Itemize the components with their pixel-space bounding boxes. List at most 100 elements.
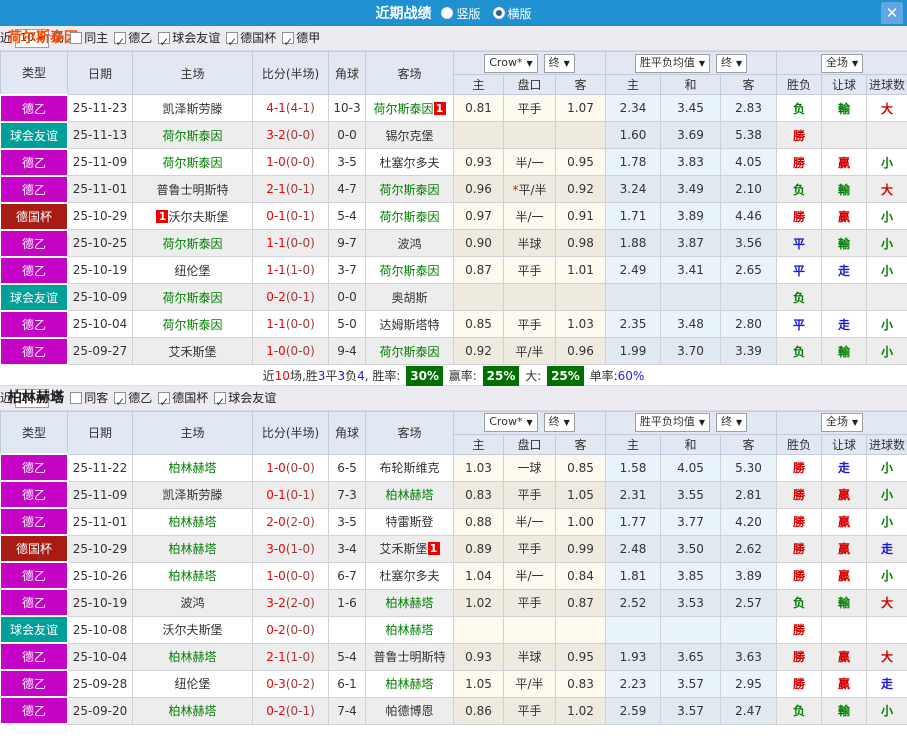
odds-home-cell: [453, 283, 504, 311]
handicap-cell: 平/半: [503, 669, 556, 698]
same-venue-checkbox[interactable]: [70, 32, 83, 44]
league-cell: 德乙: [0, 561, 68, 590]
avg-away-cell: 3.56: [720, 229, 778, 257]
scope-select[interactable]: 全场 ▼: [820, 413, 864, 432]
team-name-text: 达姆斯塔特: [379, 317, 440, 332]
avg-away-cell: 2.83: [720, 94, 778, 122]
league-filter-0-checkbox[interactable]: [114, 390, 127, 415]
goals-result-cell: 小: [866, 256, 907, 284]
fulltime-score: 2-1: [266, 649, 286, 664]
team-name-text: 杜塞尔多夫: [379, 155, 440, 170]
scope-select[interactable]: 全场 ▼: [820, 53, 864, 73]
avg-draw-cell: 3.57: [660, 696, 722, 725]
table-row: 德乙 25-11-09 荷尔斯泰因 1-0(0-0) 3-5 杜塞尔多夫 0.93 半/一 0.…: [0, 147, 907, 177]
goals-result-cell: 小: [866, 696, 907, 725]
away-team-cell: 杜塞尔多夫: [365, 148, 454, 176]
fulltime-score: 2-1: [266, 182, 286, 196]
odds-source-select[interactable]: Crow* ▼: [484, 53, 538, 73]
away-team-cell: 荷尔斯泰因: [365, 337, 454, 365]
same-venue-checkbox[interactable]: [70, 391, 83, 404]
radio-horizontal-icon[interactable]: [492, 7, 505, 19]
odds-source-select[interactable]: Crow* ▼: [484, 413, 538, 432]
radio-vertical-icon[interactable]: [441, 7, 454, 19]
handicap-result-cell: 輸: [821, 696, 868, 725]
goals-result-cell: 小: [866, 480, 907, 509]
odds-home-cell: [453, 121, 504, 149]
odds-home-cell: 0.90: [453, 229, 504, 257]
avg-odds-select[interactable]: 胜平负均值 ▼: [634, 413, 711, 432]
layout-option-horizontal[interactable]: 横版: [492, 5, 532, 22]
column-header-5: 客场: [365, 51, 454, 95]
avg-away-cell: 2.81: [720, 480, 778, 509]
avg-away-cell: 3.39: [720, 337, 778, 365]
sub-header-1: 盘口: [503, 74, 556, 95]
league-cell: 德乙: [0, 588, 68, 617]
avg-final-select[interactable]: 终 ▼: [716, 53, 748, 73]
handicap-cell: 半球: [503, 642, 556, 671]
result-cell: 平: [776, 256, 823, 284]
odds-final-select-value: 终: [548, 55, 560, 69]
score-cell: 2-1(0-1): [252, 175, 329, 203]
fulltime-score: 3-2: [266, 128, 286, 142]
handicap-result-cell: 走: [821, 310, 868, 338]
home-team-cell: 荷尔斯泰因: [132, 121, 253, 149]
team-name-text: 柏林赫塔: [385, 488, 434, 502]
handicap-cell: [503, 283, 556, 311]
odds-final-select[interactable]: 终 ▼: [543, 53, 575, 73]
score-cell: 0-1(0-1): [252, 480, 329, 509]
goals-result-cell: 大: [866, 642, 907, 671]
away-team-cell: 柏林赫塔: [365, 480, 454, 509]
team-name-text: 柏林赫塔: [385, 596, 434, 610]
date-cell: 25-10-09: [67, 283, 133, 311]
sub-header-7: 让球: [821, 433, 868, 455]
summary-text: 负: [345, 368, 358, 383]
league-cell: 德乙: [0, 93, 68, 123]
avg-draw-cell: 3.89: [660, 202, 722, 230]
league-filter-1-checkbox[interactable]: [158, 30, 171, 55]
corner-cell: 3-5: [328, 148, 366, 176]
avg-away-cell: 3.89: [720, 561, 778, 590]
handicap-result-cell: [821, 615, 868, 644]
avg-draw-cell: 3.65: [660, 642, 722, 671]
league-cell: 球会友谊: [0, 120, 68, 150]
score-cell: 1-1(0-0): [252, 310, 329, 338]
avg-draw-cell: 3.85: [660, 561, 722, 590]
result-cell: 勝: [776, 507, 823, 536]
odds-final-select[interactable]: 终 ▼: [543, 413, 575, 432]
team-name-text: 荷尔斯泰因: [379, 344, 440, 359]
league-cell: 德国杯: [0, 534, 68, 563]
sub-header-6: 胜负: [776, 433, 823, 455]
league-filter-2-checkbox[interactable]: [214, 390, 227, 415]
layout-radio-group: 竖版 横版: [441, 5, 532, 22]
odds-away-cell: 0.85: [554, 453, 607, 482]
fulltime-score: 0-3: [266, 676, 286, 691]
avg-odds-select[interactable]: 胜平负均值 ▼: [634, 53, 711, 73]
table-row: 德乙 25-11-01 柏林赫塔 2-0(2-0) 3-5 特雷斯登 0.88 半/一 1.00…: [0, 507, 907, 536]
handicap-cell: 半/一: [503, 148, 556, 176]
avg-away-cell: 5.30: [720, 453, 778, 482]
date-cell: 25-10-19: [67, 588, 133, 617]
section-team-name: 荷尔斯泰因: [8, 30, 78, 46]
sub-header-0: 主: [453, 433, 504, 455]
layout-option-vertical[interactable]: 竖版: [441, 5, 481, 22]
handicap-cell: 平手: [503, 256, 556, 284]
red-badge: 1: [156, 209, 169, 223]
fulltime-score: 1-0: [266, 568, 286, 583]
halftime-score: (0-0): [285, 128, 315, 142]
league-filter-0-checkbox[interactable]: [114, 30, 127, 55]
league-filter-1-checkbox[interactable]: [158, 390, 171, 415]
handicap-result-cell: 輸: [821, 94, 868, 122]
avg-final-select[interactable]: 终 ▼: [716, 413, 748, 432]
avg-home-cell: 2.35: [605, 310, 662, 338]
close-icon[interactable]: ✕: [881, 2, 903, 24]
avg-away-cell: [720, 283, 778, 311]
team-name-text: 柏林赫塔: [168, 650, 217, 664]
team-name-text: 荷尔斯泰因: [379, 182, 440, 197]
league-filter-3-checkbox[interactable]: [282, 30, 295, 55]
date-cell: 25-11-01: [67, 507, 133, 536]
fulltime-score: 0-1: [266, 209, 286, 223]
league-filter-2-checkbox[interactable]: [226, 30, 239, 55]
league-cell: 德乙: [0, 507, 68, 536]
corner-cell: [328, 615, 366, 644]
avg-away-cell: 2.65: [720, 256, 778, 284]
